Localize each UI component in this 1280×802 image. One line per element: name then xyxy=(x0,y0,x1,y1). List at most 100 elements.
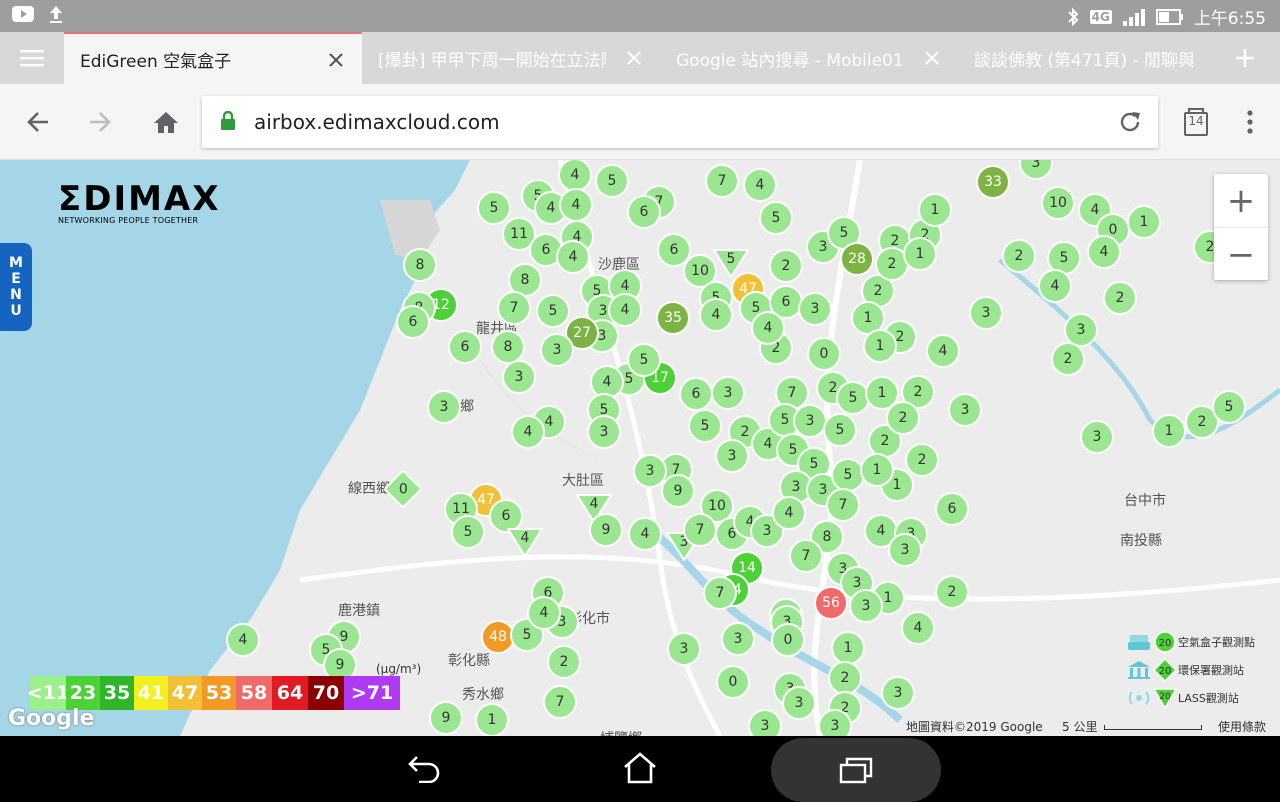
station-marker[interactable]: 9 xyxy=(661,474,695,508)
tab-switcher-button[interactable]: 14 xyxy=(1176,102,1216,142)
station-marker[interactable]: 3 xyxy=(715,439,749,473)
station-marker[interactable]: 1 xyxy=(918,193,952,227)
station-marker[interactable]: 2 xyxy=(1051,342,1085,376)
station-marker[interactable]: 1 xyxy=(1127,205,1161,239)
station-marker[interactable]: 3 xyxy=(888,533,922,567)
station-marker[interactable]: 3 xyxy=(818,709,852,736)
close-icon[interactable] xyxy=(622,46,646,70)
address-bar[interactable]: airbox.edimaxcloud.com xyxy=(202,96,1158,148)
station-marker[interactable]: 0 xyxy=(771,623,805,657)
station-marker[interactable]: 2 xyxy=(547,645,581,679)
station-marker[interactable]: 7 xyxy=(543,685,577,719)
station-marker[interactable]: 7 xyxy=(703,576,737,610)
station-marker[interactable]: 2 xyxy=(1103,281,1137,315)
station-marker[interactable]: 2 xyxy=(828,661,862,695)
station-marker[interactable]: 4 xyxy=(699,298,733,332)
station-marker[interactable]: 3 xyxy=(587,415,621,449)
station-marker[interactable]: 6 xyxy=(679,377,713,411)
station-marker[interactable]: 3 xyxy=(782,686,816,720)
station-marker[interactable]: 3 xyxy=(427,390,461,424)
station-marker[interactable]: 7 xyxy=(683,513,717,547)
station-marker[interactable]: 1 xyxy=(863,329,897,363)
station-marker[interactable]: 6 xyxy=(448,330,482,364)
station-marker[interactable]: 5 xyxy=(759,201,793,235)
station-marker[interactable]: 1 xyxy=(1152,414,1186,448)
station-marker[interactable]: 4 xyxy=(751,311,785,345)
station-marker[interactable]: 1 xyxy=(903,237,937,271)
station-marker[interactable]: 7 xyxy=(826,488,860,522)
station-marker[interactable]: 1 xyxy=(475,703,509,736)
station-marker[interactable]: 9 xyxy=(589,513,623,547)
station-marker[interactable]: 0 xyxy=(807,337,841,371)
station-marker[interactable]: 3 xyxy=(948,393,982,427)
nav-back-button[interactable] xyxy=(394,746,454,790)
tab-buddhism[interactable]: 談談佛教 (第471頁) - 閒聊與 xyxy=(958,32,1210,84)
station-marker[interactable]: 4 xyxy=(1087,235,1121,269)
station-marker[interactable]: 28 xyxy=(840,242,874,276)
station-marker[interactable]: 33 xyxy=(976,165,1010,199)
station-marker[interactable]: 4 xyxy=(608,293,642,327)
station-marker[interactable]: 5 xyxy=(451,515,485,549)
close-icon[interactable] xyxy=(324,48,348,72)
station-marker[interactable]: 35 xyxy=(656,301,690,335)
station-marker[interactable]: 0 xyxy=(716,665,750,699)
more-menu-icon[interactable] xyxy=(1230,102,1270,142)
station-marker[interactable]: 4 xyxy=(901,611,935,645)
station-marker[interactable]: 7 xyxy=(789,539,823,573)
station-marker[interactable]: 7 xyxy=(705,164,739,198)
station-marker[interactable]: 6 xyxy=(627,195,661,229)
station-marker[interactable]: 5 xyxy=(536,294,570,328)
station-marker[interactable]: 3 xyxy=(969,296,1003,330)
station-marker[interactable]: 3 xyxy=(798,292,832,326)
station-marker[interactable]: 7 xyxy=(497,291,531,325)
tab-menu-icon[interactable] xyxy=(0,32,64,84)
station-marker[interactable]: 4 xyxy=(926,334,960,368)
tab-ptt[interactable]: [爆卦] 甲甲下周一開始在立法院 xyxy=(362,32,660,84)
station-marker[interactable]: 3 xyxy=(748,709,782,736)
station-marker[interactable]: 8 xyxy=(403,248,437,282)
station-marker[interactable]: 2 xyxy=(769,249,803,283)
station-marker[interactable]: 3 xyxy=(721,622,755,656)
tab-edigreen[interactable]: EdiGreen 空氣盒子 xyxy=(64,32,362,84)
station-marker[interactable]: 2 xyxy=(1002,239,1036,273)
station-marker[interactable]: 4 xyxy=(559,188,593,222)
zoom-in-button[interactable]: + xyxy=(1214,174,1268,228)
home-button[interactable] xyxy=(146,102,186,142)
station-marker[interactable]: 6 xyxy=(396,305,430,339)
air-quality-map[interactable]: ΣDIMAX NETWORKING PEOPLE TOGETHER M E N … xyxy=(0,160,1280,736)
station-marker[interactable]: 5 xyxy=(688,409,722,443)
station-marker[interactable]: 4 xyxy=(628,517,662,551)
station-marker[interactable]: 2 xyxy=(935,575,969,609)
forward-button[interactable] xyxy=(80,102,120,142)
station-marker[interactable]: 4 xyxy=(527,596,561,630)
nav-home-button[interactable] xyxy=(610,746,670,790)
station-marker[interactable]: 4 xyxy=(556,240,590,274)
station-marker[interactable]: 5 xyxy=(595,164,629,198)
station-marker[interactable]: 5 xyxy=(477,191,511,225)
close-icon[interactable] xyxy=(920,46,944,70)
station-marker[interactable]: 2 xyxy=(886,401,920,435)
terms-link[interactable]: 使用條款 xyxy=(1218,718,1266,735)
station-marker[interactable]: 3 xyxy=(849,589,883,623)
station-marker[interactable]: 2 xyxy=(905,443,939,477)
new-tab-icon[interactable] xyxy=(1210,32,1280,84)
station-marker[interactable]: 3 xyxy=(881,676,915,710)
station-marker[interactable]: 4 xyxy=(743,168,777,202)
nav-recents-button[interactable] xyxy=(771,738,941,802)
station-marker[interactable]: 5 xyxy=(627,343,661,377)
back-button[interactable] xyxy=(18,102,58,142)
station-marker[interactable]: 6 xyxy=(935,492,969,526)
menu-button[interactable]: M E N U xyxy=(0,243,32,331)
station-marker[interactable]: 4 xyxy=(772,496,806,530)
station-marker[interactable]: 3 xyxy=(633,454,667,488)
reload-icon[interactable] xyxy=(1118,110,1142,138)
zoom-out-button[interactable]: − xyxy=(1214,228,1268,281)
station-marker[interactable]: 5 xyxy=(823,413,857,447)
station-marker[interactable]: 4 xyxy=(226,623,260,657)
station-marker[interactable]: 4 xyxy=(507,527,543,557)
station-marker[interactable]: 5 xyxy=(1212,390,1246,424)
station-marker[interactable]: 9 xyxy=(429,701,463,735)
station-marker[interactable]: 4 xyxy=(1038,269,1072,303)
station-marker[interactable]: 8 xyxy=(491,330,525,364)
station-marker[interactable]: 1 xyxy=(831,631,865,665)
